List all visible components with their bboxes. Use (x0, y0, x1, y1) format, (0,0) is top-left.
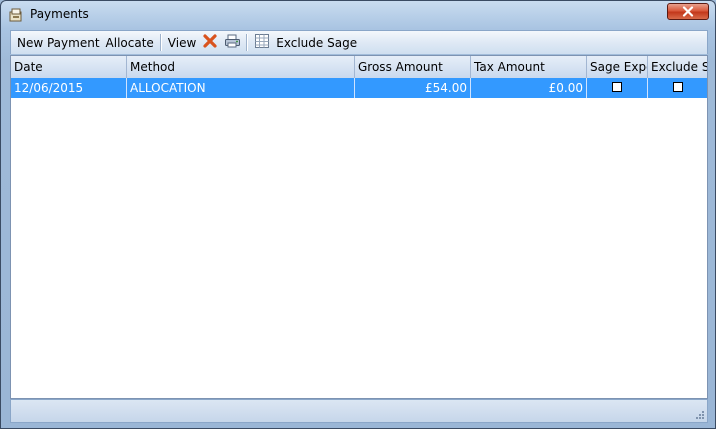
title-bar: Payments (1, 1, 715, 29)
status-bar (10, 399, 708, 423)
print-icon (224, 33, 241, 52)
cell-sage-export (587, 78, 648, 98)
view-button[interactable]: View (165, 32, 199, 54)
cell-tax-amount: £0.00 (471, 78, 587, 98)
grid-header: Date Method Gross Amount Tax Amount Sage… (11, 56, 707, 79)
exclude-sage-button[interactable]: Exclude Sage (273, 32, 360, 54)
toolbar-separator (246, 34, 249, 51)
column-header-gross-amount[interactable]: Gross Amount (355, 56, 471, 78)
table-row[interactable]: 12/06/2015 ALLOCATION £54.00 £0.00 (11, 78, 707, 98)
resize-grip-icon[interactable] (693, 408, 705, 420)
column-header-method[interactable]: Method (127, 56, 355, 78)
toolbar: New Payment Allocate View Exclude Sage (10, 30, 708, 54)
cell-exclude-sage (648, 78, 707, 98)
allocate-button[interactable]: Allocate (103, 32, 157, 54)
window-title: Payments (30, 7, 89, 21)
column-header-tax-amount[interactable]: Tax Amount (471, 56, 587, 78)
sage-export-checkbox[interactable] (612, 82, 622, 92)
cell-date: 12/06/2015 (11, 78, 127, 98)
payments-grid[interactable]: Date Method Gross Amount Tax Amount Sage… (10, 55, 708, 399)
print-button[interactable] (223, 34, 241, 52)
toolbar-separator (159, 34, 162, 51)
column-header-date[interactable]: Date (11, 56, 127, 78)
exclude-sage-checkbox[interactable] (673, 82, 683, 92)
close-icon (682, 6, 694, 17)
cell-method: ALLOCATION (127, 78, 355, 98)
column-header-sage-export[interactable]: Sage Expo (587, 56, 648, 78)
close-button[interactable] (667, 3, 709, 20)
cell-gross-amount: £54.00 (355, 78, 471, 98)
new-payment-button[interactable]: New Payment (14, 32, 103, 54)
spreadsheet-icon (254, 33, 270, 52)
exclude-sage-icon-button[interactable] (253, 34, 271, 52)
delete-icon (202, 33, 218, 52)
column-header-exclude-sage[interactable]: Exclude S (648, 56, 707, 78)
payments-window-icon (8, 7, 24, 23)
delete-button[interactable] (201, 34, 219, 52)
payments-window: Payments New Payment Allocate View Exclu… (0, 0, 716, 429)
